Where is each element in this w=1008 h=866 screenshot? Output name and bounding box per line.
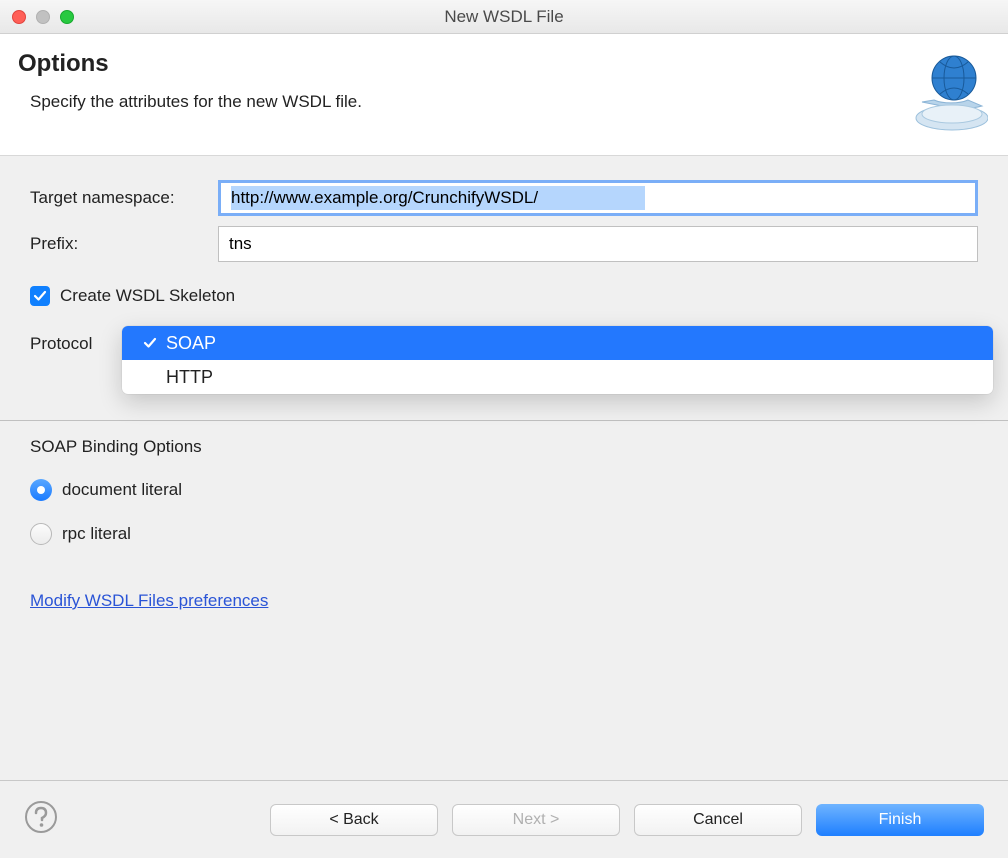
page-title: Options	[18, 50, 362, 78]
check-icon	[140, 336, 160, 350]
protocol-option-http[interactable]: HTTP	[122, 360, 993, 394]
divider	[0, 420, 1008, 421]
document-literal-label: document literal	[62, 480, 182, 500]
target-namespace-input[interactable]: http://www.example.org/CrunchifyWSDL/	[218, 180, 978, 216]
help-icon[interactable]	[24, 800, 58, 839]
protocol-dropdown[interactable]: SOAP HTTP	[122, 326, 993, 394]
modify-preferences-link[interactable]: Modify WSDL Files preferences	[30, 591, 268, 611]
create-skeleton-label: Create WSDL Skeleton	[60, 286, 235, 306]
window-title: New WSDL File	[0, 7, 1008, 27]
create-skeleton-checkbox[interactable]	[30, 286, 50, 306]
back-button[interactable]: < Back	[270, 804, 438, 836]
soap-binding-title: SOAP Binding Options	[30, 437, 978, 457]
footer: < Back Next > Cancel Finish	[0, 780, 1008, 858]
protocol-option-soap[interactable]: SOAP	[122, 326, 993, 360]
target-namespace-label: Target namespace:	[30, 188, 218, 208]
finish-button[interactable]: Finish	[816, 804, 984, 836]
prefix-label: Prefix:	[30, 234, 218, 254]
title-bar: New WSDL File	[0, 0, 1008, 34]
page-subtitle: Specify the attributes for the new WSDL …	[18, 92, 362, 112]
rpc-literal-label: rpc literal	[62, 524, 131, 544]
document-literal-radio[interactable]	[30, 479, 52, 501]
traffic-lights	[0, 10, 74, 24]
window-minimize-button[interactable]	[36, 10, 50, 24]
wsdl-icon	[902, 50, 988, 141]
window-close-button[interactable]	[12, 10, 26, 24]
rpc-literal-radio[interactable]	[30, 523, 52, 545]
content-area: Target namespace: http://www.example.org…	[0, 156, 1008, 780]
prefix-input[interactable]: tns	[218, 226, 978, 262]
next-button[interactable]: Next >	[452, 804, 620, 836]
cancel-button[interactable]: Cancel	[634, 804, 802, 836]
protocol-label: Protocol	[30, 328, 92, 354]
header-area: Options Specify the attributes for the n…	[0, 34, 1008, 156]
window-maximize-button[interactable]	[60, 10, 74, 24]
